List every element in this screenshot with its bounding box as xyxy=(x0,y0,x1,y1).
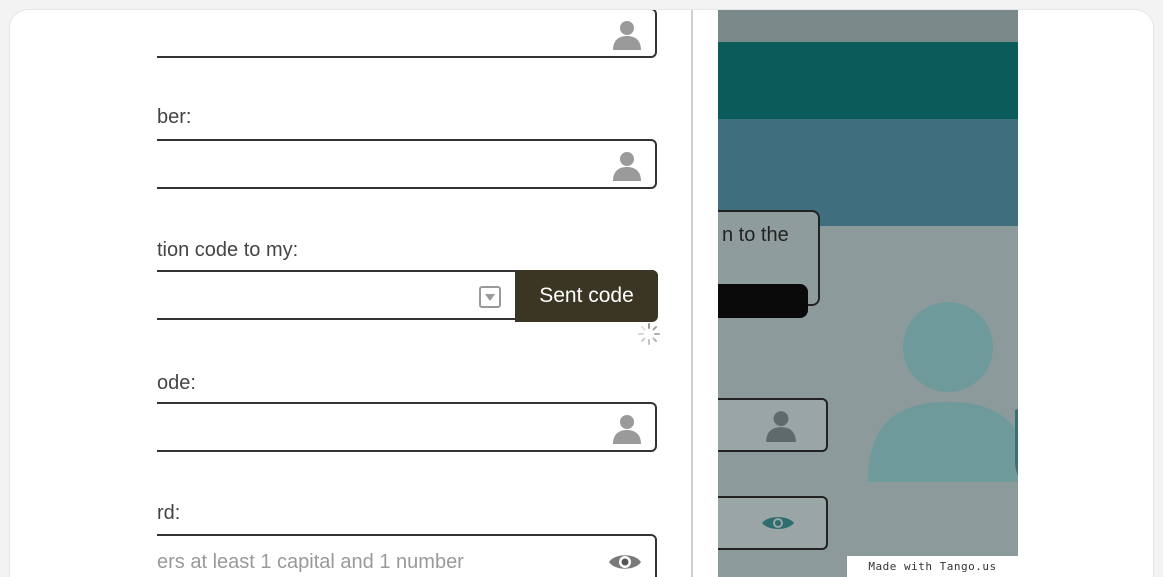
preview-top-strip xyxy=(718,10,1018,42)
password-field[interactable]: ers at least 1 capital and 1 number xyxy=(157,534,657,577)
preview-username-field xyxy=(718,398,828,452)
person-icon xyxy=(613,415,641,444)
phone-number-field[interactable] xyxy=(157,139,657,189)
eye-icon xyxy=(762,517,794,529)
preview-dialog-text: n to the xyxy=(722,224,789,246)
pane-divider xyxy=(691,10,693,577)
person-icon xyxy=(766,411,796,442)
preview-password-field xyxy=(718,496,828,550)
eye-icon[interactable] xyxy=(607,550,643,574)
send-code-button[interactable]: Sent code xyxy=(515,270,658,322)
screenshot-card: ber: tion code to my: Sent code ode: rd:… xyxy=(10,10,1153,577)
tango-watermark: Made with Tango.us xyxy=(847,556,1018,577)
loading-spinner-icon xyxy=(638,323,660,345)
person-icon xyxy=(613,21,641,50)
password-placeholder: ers at least 1 capital and 1 number xyxy=(157,551,464,573)
password-label: rd: xyxy=(157,502,181,524)
verification-code-label: ode: xyxy=(157,372,196,394)
username-field[interactable] xyxy=(157,10,657,58)
dropdown-arrow-icon[interactable] xyxy=(479,286,501,308)
preview-pane: n to the xyxy=(718,10,1018,577)
send-code-label: tion code to my: xyxy=(157,239,299,261)
verification-code-field[interactable] xyxy=(157,402,657,452)
preview-dialog-button xyxy=(718,284,808,318)
user-shield-icon xyxy=(868,302,1018,482)
registration-form: ber: tion code to my: Sent code ode: rd:… xyxy=(10,10,690,577)
person-icon xyxy=(613,152,641,181)
phone-number-label: ber: xyxy=(157,106,192,128)
send-code-select[interactable]: Sent code xyxy=(157,270,658,322)
preview-header xyxy=(718,42,1018,119)
